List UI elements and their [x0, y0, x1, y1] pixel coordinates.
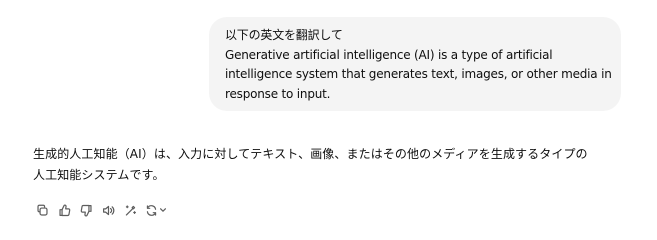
regenerate-icon [146, 204, 157, 216]
user-message-line: Generative artificial intelligence (AI) … [225, 47, 553, 62]
chevron-down-icon [160, 208, 166, 212]
user-message-line: 以下の英文を翻訳して [225, 28, 343, 42]
message-action-bar [34, 202, 174, 218]
bad-response-button[interactable] [78, 202, 94, 218]
assistant-message: 生成的人工知能（AI）は、入力に対してテキスト、画像、またはその他のメディアを生… [33, 144, 633, 186]
assistant-message-line: 人工知能システムです。 [33, 168, 165, 182]
copy-icon [36, 204, 48, 216]
regenerate-button[interactable] [144, 202, 168, 218]
user-message-line: response to input. [225, 86, 331, 101]
read-aloud-icon [102, 205, 114, 215]
user-message-line: intelligence system that generates text,… [225, 67, 612, 81]
edit-response-button[interactable] [122, 202, 138, 218]
edit-wand-icon [125, 204, 136, 216]
thumbs-down-icon [80, 204, 92, 216]
user-message-bubble: 以下の英文を翻訳して Generative artificial intelli… [209, 17, 621, 111]
assistant-message-line: 生成的人工知能（AI）は、入力に対してテキスト、画像、またはその他のメディアを生… [33, 147, 588, 161]
thumbs-up-icon [58, 204, 70, 216]
copy-button[interactable] [34, 202, 50, 218]
read-aloud-button[interactable] [100, 202, 116, 218]
good-response-button[interactable] [56, 202, 72, 218]
